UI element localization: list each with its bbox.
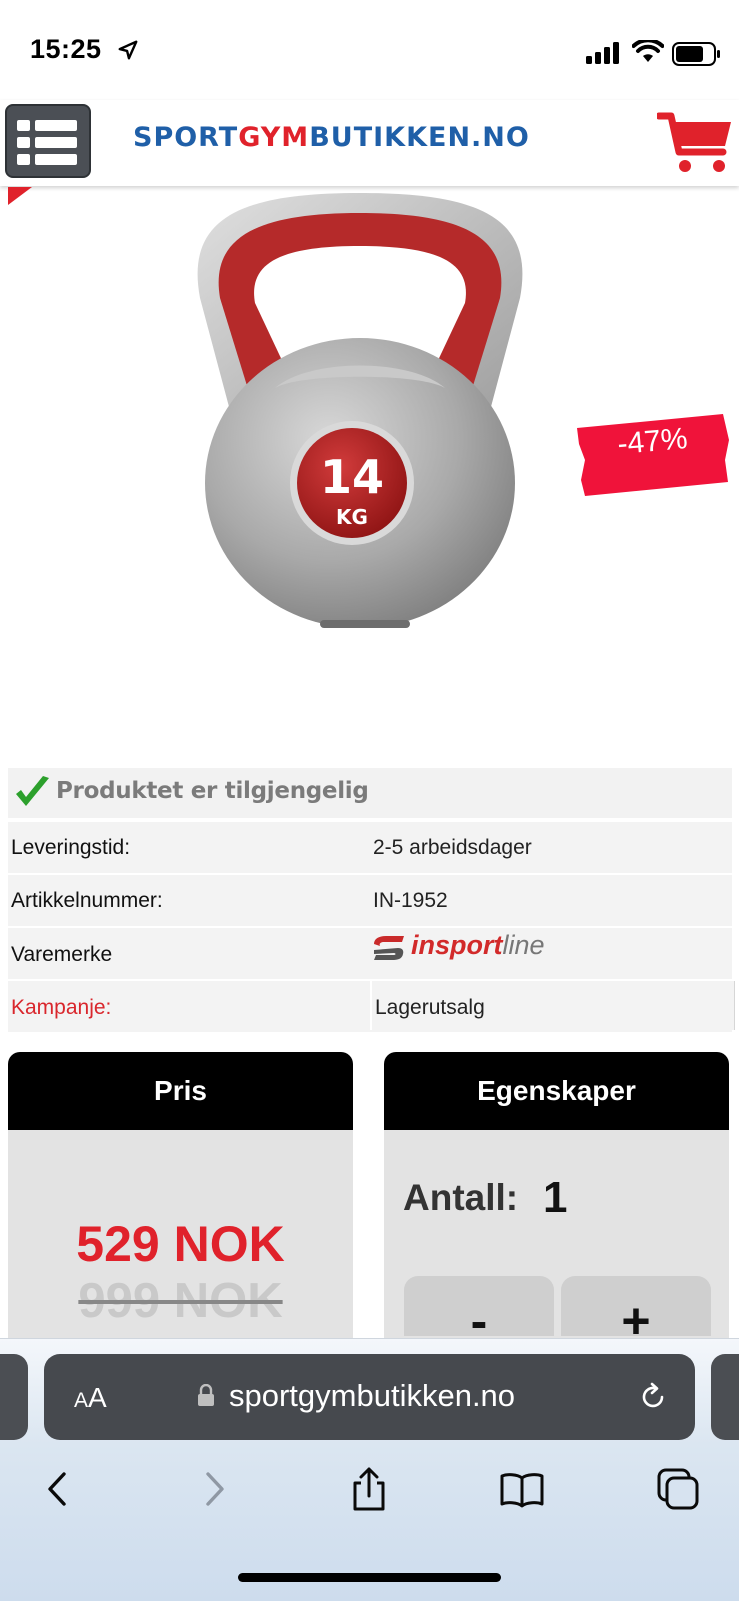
current-price: 529 NOK [76,1216,285,1272]
corner-ribbon [8,187,32,205]
tabs-icon[interactable] [655,1466,701,1512]
forward-arrow-icon[interactable] [192,1466,238,1512]
wifi-icon [632,40,664,62]
kettlebell-product-image: 14 KG [197,193,523,628]
campaign-value: Lagerutsalg [375,996,485,1019]
table-row: Kampanje: Lagerutsalg [8,979,735,1032]
previous-tab-preview[interactable] [0,1354,28,1440]
brand-logo-text[interactable]: insportline [411,930,545,961]
next-tab-preview[interactable] [711,1354,739,1440]
url-text[interactable]: sportgymbutikken.no [229,1378,515,1414]
quantity-value: 1 [543,1173,568,1222]
availability-text: Produktet er tilgjengelig [56,778,369,804]
menu-button[interactable] [5,104,91,178]
site-header: SPORTGYMBUTIKKEN.NO [0,100,739,186]
price-panel-title: Pris [8,1052,353,1130]
lock-icon [198,1384,214,1406]
insportline-brand-icon [374,936,404,960]
quantity-decrease-button[interactable]: - [404,1276,554,1349]
kettlebell-weight-number: 14 [320,450,384,504]
table-row: Varemerke [8,926,732,979]
share-icon[interactable] [346,1466,392,1512]
logo-text-sport: SPORT [133,122,239,153]
quantity-increase-button[interactable]: + [561,1276,711,1349]
bookmarks-icon[interactable] [499,1466,545,1512]
delivery-time-value: 2-5 arbeidsdager [373,836,532,859]
back-arrow-icon[interactable] [34,1466,80,1512]
site-logo[interactable]: SPORTGYMBUTIKKEN.NO [133,122,530,153]
logo-text-gym: GYM [238,122,310,153]
table-row: Leveringstid: 2-5 arbeidsdager [8,820,732,873]
table-row: Artikkelnummer: IN-1952 [8,873,732,926]
campaign-label: Kampanje: [11,996,112,1019]
article-number-label: Artikkelnummer: [11,889,163,912]
text-size-button[interactable]: AA [74,1382,107,1414]
shopping-cart-icon[interactable] [657,110,735,176]
menu-list-icon [17,120,30,131]
status-bar: 15:25 [0,0,739,100]
delivery-time-label: Leveringstid: [11,836,131,859]
cellular-signal-icon [586,42,619,64]
reload-icon[interactable] [637,1381,669,1413]
battery-icon [672,42,720,66]
status-time: 15:25 [30,34,102,64]
original-price: 999 NOK [78,1274,283,1328]
location-arrow-icon [118,40,138,60]
home-indicator[interactable] [238,1573,501,1582]
logo-text-butikken: BUTIKKEN.NO [309,122,530,153]
properties-panel-title: Egenskaper [384,1052,729,1130]
brand-label: Varemerke [11,943,113,966]
checkmark-icon [16,776,49,806]
quantity-label: Antall: [403,1177,519,1218]
article-number-value: IN-1952 [373,889,448,912]
kettlebell-weight-unit: KG [336,505,368,529]
